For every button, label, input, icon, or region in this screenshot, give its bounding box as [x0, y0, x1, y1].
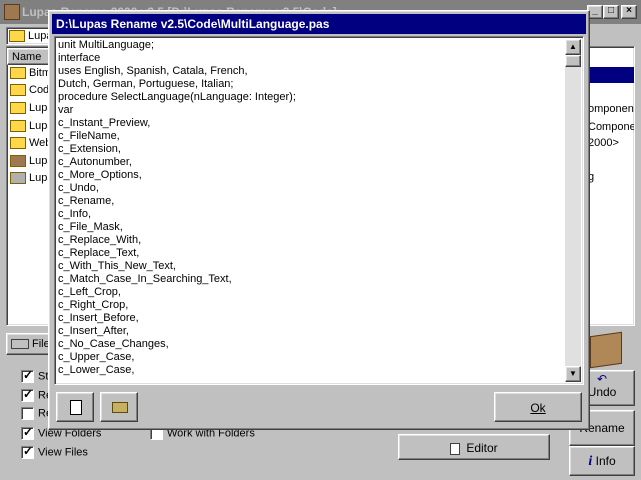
close-button[interactable]: ×: [621, 5, 637, 19]
code-line[interactable]: c_FileName,: [58, 130, 566, 143]
code-line[interactable]: c_Undo,: [58, 182, 566, 195]
scroll-up-button[interactable]: ▲: [565, 39, 581, 55]
path-combo[interactable]: Lupas: [6, 27, 52, 45]
maximize-button[interactable]: □: [603, 5, 619, 19]
list-item[interactable]: 2000>: [588, 137, 619, 149]
checkbox-label: St: [38, 370, 49, 383]
code-line[interactable]: c_Rename,: [58, 195, 566, 208]
ok-label: Ok: [530, 401, 546, 415]
code-line[interactable]: c_Autonumber,: [58, 156, 566, 169]
open-folder-icon: [112, 402, 128, 413]
file-list[interactable]: omponent Compone 2000> g: [585, 46, 635, 326]
info-icon: i: [588, 454, 593, 469]
folder-icon: [10, 67, 26, 80]
code-line[interactable]: Dutch, German, Portuguese, Italian;: [58, 78, 566, 91]
info-button[interactable]: i Info: [569, 446, 635, 476]
code-line[interactable]: unit MultiLanguage;: [58, 39, 566, 52]
library-icon: [10, 172, 26, 185]
code-line[interactable]: c_Replace_With,: [58, 234, 566, 247]
code-line[interactable]: procedure SelectLanguage(nLanguage: Inte…: [58, 91, 566, 104]
dialog-title: D:\Lupas Rename v2.5\Code\MultiLanguage.…: [52, 14, 586, 34]
code-line[interactable]: c_Extension,: [58, 143, 566, 156]
folder-icon: [10, 102, 26, 115]
code-line[interactable]: c_Insert_After,: [58, 325, 566, 338]
code-line[interactable]: c_Upper_Case,: [58, 351, 566, 364]
folder-list[interactable]: Bitmaps Code Lupas Lupas Web Lupas Lupas: [6, 46, 60, 326]
code-text[interactable]: unit MultiLanguage; interface uses English…: [58, 39, 566, 382]
ok-button[interactable]: Ok: [494, 392, 582, 422]
checkbox-icon: [21, 425, 34, 440]
editor-button[interactable]: Editor: [398, 434, 550, 460]
checkbox-icon: [21, 368, 34, 383]
checkbox-option-1[interactable]: St: [21, 368, 49, 383]
code-line[interactable]: c_Left_Crop,: [58, 286, 566, 299]
document-icon: [450, 442, 461, 455]
code-line[interactable]: c_File_Mask,: [58, 221, 566, 234]
code-line[interactable]: interface: [58, 52, 566, 65]
app-icon: [4, 4, 20, 20]
package-icon: [10, 155, 26, 168]
code-line[interactable]: var: [58, 104, 566, 117]
list-item[interactable]: Compone: [588, 121, 634, 133]
code-line[interactable]: c_Insert_Before,: [58, 312, 566, 325]
code-line[interactable]: c_Replace_Text,: [58, 247, 566, 260]
code-line[interactable]: c_Right_Crop,: [58, 299, 566, 312]
code-line[interactable]: c_Match_Case_In_Searching_Text,: [58, 273, 566, 286]
vertical-scrollbar[interactable]: ▲ ▼: [565, 39, 581, 382]
code-line[interactable]: c_Info,: [58, 208, 566, 221]
code-line[interactable]: c_More_Options,: [58, 169, 566, 182]
column-header-name[interactable]: Name: [7, 48, 51, 65]
code-line[interactable]: c_No_Case_Changes,: [58, 338, 566, 351]
code-line[interactable]: c_With_This_New_Text,: [58, 260, 566, 273]
checkbox-label: View Files: [38, 446, 88, 459]
info-label: Info: [595, 454, 616, 468]
list-item[interactable]: omponent: [588, 103, 634, 115]
rename-icon: [11, 339, 29, 350]
folder-icon: [10, 84, 26, 97]
file-viewer-dialog: D:\Lupas Rename v2.5\Code\MultiLanguage.…: [48, 10, 590, 430]
scroll-thumb[interactable]: [565, 55, 581, 67]
scroll-down-button[interactable]: ▼: [565, 366, 581, 382]
folder-icon: [10, 120, 26, 133]
checkbox-icon: [21, 407, 34, 420]
checkbox-icon: [21, 444, 34, 459]
new-file-icon: [70, 400, 82, 415]
view-files-checkbox[interactable]: View Files: [21, 444, 88, 459]
folder-icon: [9, 30, 25, 43]
code-line[interactable]: c_Instant_Preview,: [58, 117, 566, 130]
selected-row[interactable]: [586, 67, 634, 83]
folders-icon: [590, 331, 622, 369]
folder-icon: [10, 137, 26, 150]
code-editor[interactable]: unit MultiLanguage; interface uses English…: [54, 36, 584, 385]
editor-button-label: Editor: [466, 441, 498, 455]
new-file-button[interactable]: [56, 392, 94, 422]
code-line[interactable]: uses English, Spanish, Catala, French,: [58, 65, 566, 78]
code-line[interactable]: c_Lower_Case,: [58, 364, 566, 377]
checkbox-icon: [21, 387, 34, 402]
open-file-button[interactable]: [100, 392, 138, 422]
